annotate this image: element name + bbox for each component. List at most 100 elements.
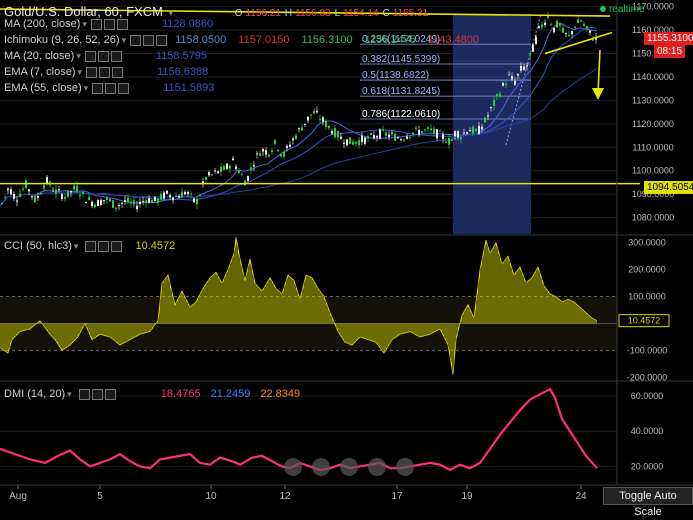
chevron-down-icon[interactable]: ▾	[84, 83, 89, 93]
zoom-out-icon[interactable]	[284, 458, 302, 476]
candle-body	[76, 185, 78, 192]
candle-body	[220, 166, 222, 172]
candle-body	[52, 190, 54, 192]
candle-body	[247, 175, 249, 181]
candle-body	[304, 123, 306, 125]
candle-body	[151, 199, 153, 204]
candle-body	[406, 136, 408, 139]
candle-body	[256, 153, 258, 155]
indicator-label[interactable]: EMA (7, close)	[4, 66, 76, 78]
eye-icon[interactable]	[86, 66, 98, 78]
candle-body	[307, 116, 309, 121]
dmi-tick-label: 60.0000	[631, 391, 664, 401]
countdown-label: 08:15	[654, 45, 686, 58]
ohlc-key: L	[334, 8, 341, 19]
close-icon[interactable]	[112, 66, 124, 78]
eye-icon[interactable]	[90, 18, 102, 30]
indicator-label[interactable]: Ichimoku (9, 26, 52, 26)	[4, 34, 120, 46]
close-icon[interactable]	[116, 18, 128, 30]
toggle-auto-scale-button[interactable]: Toggle Auto Scale	[603, 487, 693, 518]
candle-body	[427, 127, 429, 129]
candle-body	[316, 110, 318, 113]
chevron-down-icon[interactable]: ▾	[122, 35, 127, 45]
candle-body	[520, 65, 522, 71]
candle-body	[103, 199, 105, 201]
candle-body	[409, 136, 411, 138]
candle-body	[430, 128, 432, 131]
indicator-label[interactable]: MA (20, close)	[4, 50, 74, 62]
settings-icon[interactable]	[97, 50, 109, 62]
scroll-right-icon[interactable]	[396, 458, 414, 476]
eye-icon[interactable]	[130, 34, 142, 46]
candle-body	[331, 131, 333, 134]
candle-body	[439, 130, 441, 132]
close-icon[interactable]	[110, 50, 122, 62]
y-tick-label: 1080.0000	[632, 213, 675, 223]
indicator-row: Ichimoku (9, 26, 52, 26) ▾ 1158.0500 1157.0…	[4, 34, 479, 46]
candle-body	[268, 154, 270, 157]
candle-body	[442, 134, 444, 140]
candle-body	[463, 132, 465, 134]
x-tick-label: 12	[279, 491, 291, 502]
candle-body	[346, 139, 348, 146]
candle-body	[235, 166, 237, 170]
candle-body	[448, 137, 450, 145]
settings-icon[interactable]	[103, 18, 115, 30]
settings-icon[interactable]	[98, 240, 110, 252]
candle-body	[493, 99, 495, 107]
candle-body	[328, 125, 330, 129]
settings-icon[interactable]	[143, 34, 155, 46]
indicator-label[interactable]: MA (200, close)	[4, 18, 80, 30]
x-tick-label: 19	[461, 491, 473, 502]
eye-icon[interactable]	[85, 240, 97, 252]
candle-body	[271, 150, 273, 153]
eye-icon[interactable]	[92, 82, 104, 94]
chevron-down-icon[interactable]: ▾	[169, 8, 174, 18]
chevron-down-icon[interactable]: ▾	[82, 19, 87, 29]
candle-body	[382, 129, 384, 131]
candle-body	[232, 158, 234, 161]
candle-body	[172, 197, 174, 201]
cci-pane: -200.0000-100.00000.0000100.0000200.0000…	[0, 237, 670, 382]
candle-body	[139, 201, 141, 205]
candle-body	[205, 176, 207, 180]
candle-body	[157, 198, 159, 203]
candle-body	[301, 127, 303, 131]
y-tick-label: 1120.0000	[632, 119, 674, 129]
cci-label[interactable]: CCI (50, hlc3)	[4, 240, 72, 252]
scroll-left-icon[interactable]	[368, 458, 386, 476]
zoom-in-icon[interactable]	[312, 458, 330, 476]
candle-body	[502, 82, 504, 86]
eye-icon[interactable]	[78, 388, 90, 400]
cci-axis-value: 10.4572	[628, 316, 661, 326]
candle-body	[574, 26, 576, 29]
close-icon[interactable]	[111, 240, 123, 252]
eye-icon[interactable]	[84, 50, 96, 62]
candle-body	[178, 195, 180, 198]
chevron-down-icon[interactable]: ▾	[74, 241, 79, 251]
chevron-down-icon[interactable]: ▾	[78, 67, 83, 77]
indicator-label[interactable]: EMA (55, close)	[4, 82, 82, 94]
close-icon[interactable]	[156, 34, 168, 46]
settings-icon[interactable]	[105, 82, 117, 94]
symbol-title[interactable]: Gold/U.S. Dollar, 60, FXCM	[4, 4, 163, 19]
candle-body	[349, 137, 351, 145]
dmi-label[interactable]: DMI (14, 20)	[4, 388, 65, 400]
fib-level-label: 0.382(1145.5399)	[362, 54, 440, 65]
candle-body	[592, 39, 594, 41]
close-icon[interactable]	[118, 82, 130, 94]
candle-body	[85, 201, 87, 204]
candle-body	[568, 35, 570, 37]
candle-body	[400, 139, 402, 141]
candle-body	[472, 126, 474, 134]
close-icon[interactable]	[104, 388, 116, 400]
chevron-down-icon[interactable]: ▾	[67, 389, 72, 399]
candle-body	[496, 94, 498, 97]
settings-icon[interactable]	[91, 388, 103, 400]
realtime-label: realtime	[609, 4, 645, 15]
chevron-down-icon[interactable]: ▾	[76, 51, 81, 61]
reset-icon[interactable]	[340, 458, 358, 476]
candle-body	[22, 188, 24, 190]
settings-icon[interactable]	[99, 66, 111, 78]
candle-body	[541, 24, 543, 28]
